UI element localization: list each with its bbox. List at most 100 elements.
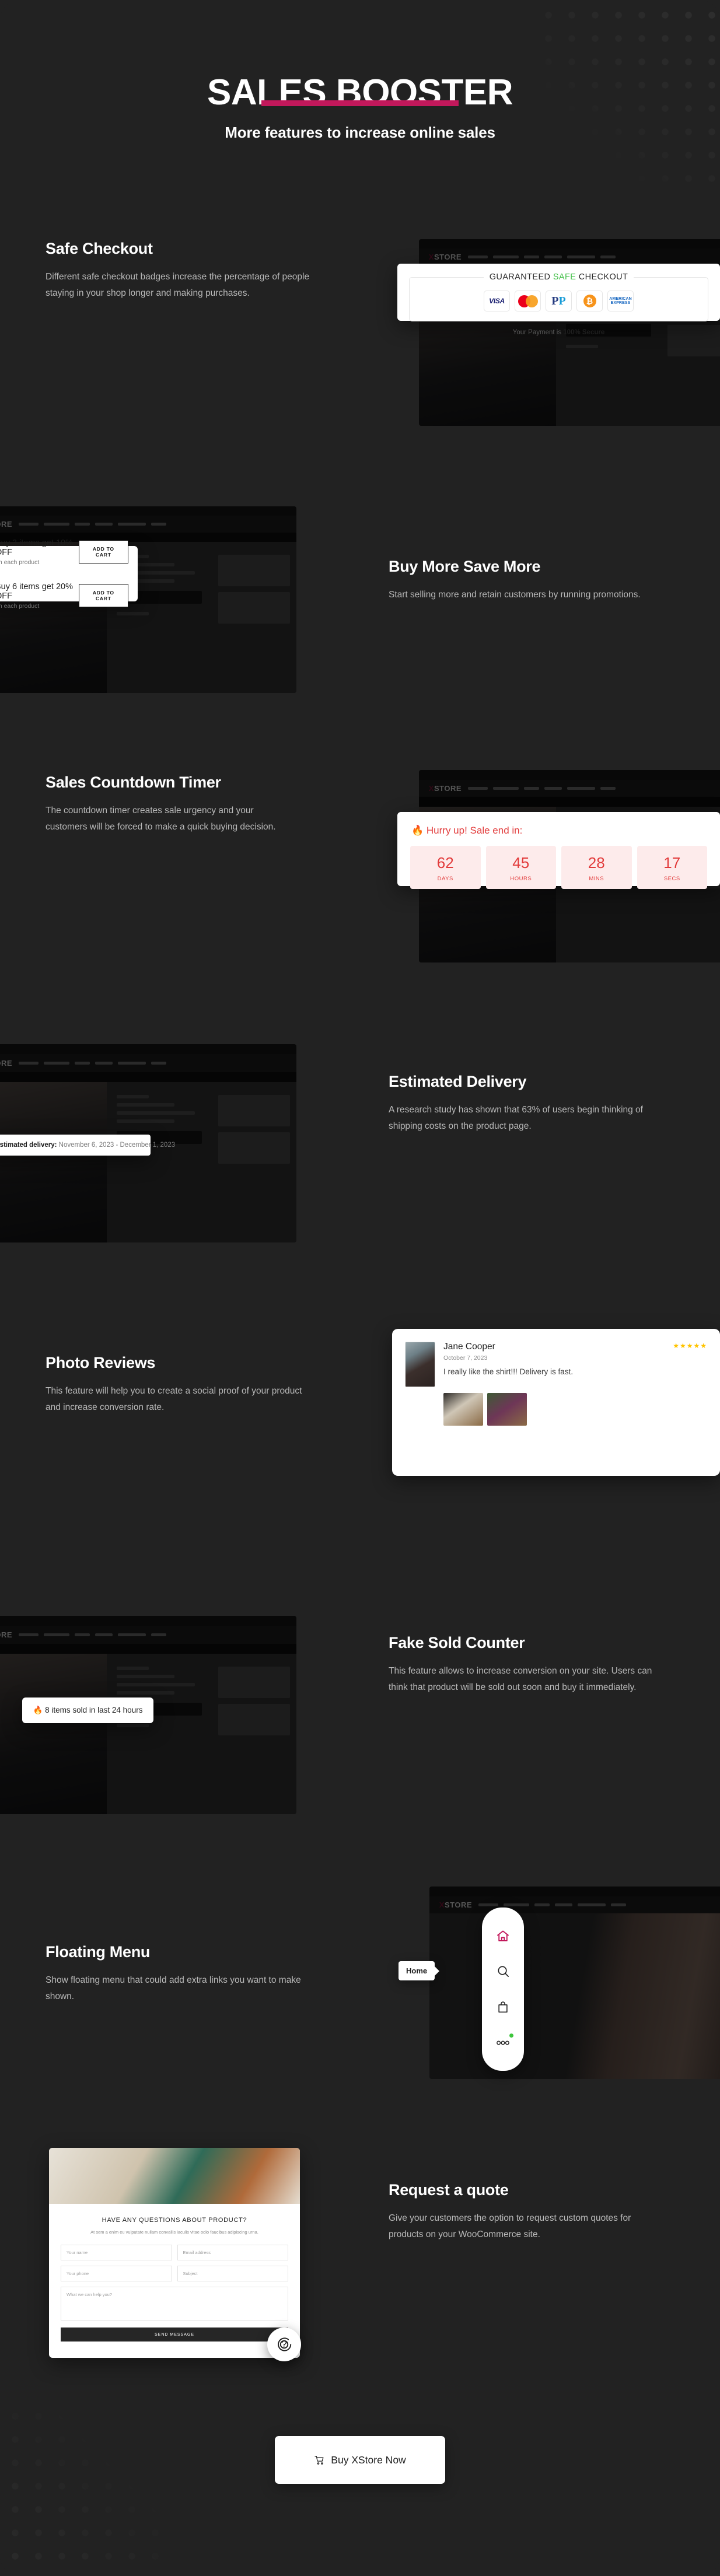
tier-subtext: on each product (0, 602, 40, 610)
secure-payment-note: Your Payment is 100% Secure (512, 329, 605, 336)
amex-badge: AMERICAN EXPRESS (607, 290, 634, 312)
floating-menu-tooltip: Home (399, 1961, 435, 1980)
unit-value: 28 (588, 854, 605, 872)
title-prefix: GUARANTEED (489, 272, 553, 282)
tier-headline: Buy 6 items get 20% OFF (0, 582, 73, 601)
notification-badge (509, 2033, 513, 2038)
feature-description: Show floating menu that could add extra … (46, 1975, 301, 2002)
flame-icon: 🔥 (33, 1706, 43, 1714)
feature-description: Start selling more and retain customers … (389, 589, 641, 600)
estimated-delivery-range: November 6, 2023 - December 1, 2023 (57, 1142, 176, 1149)
hero-section: SALES BOOSTER More features to increase … (0, 0, 720, 142)
review-header: Jane Cooper October 7, 2023 ★★★★★ I real… (392, 1329, 720, 1387)
tier-subtext: on each product (0, 558, 40, 566)
email-field[interactable]: Email address (177, 2245, 288, 2261)
paypal-badge: PP (546, 290, 572, 312)
safe-checkout-card-title: GUARANTEED SAFE CHECKOUT (397, 272, 720, 282)
unit-label: SECS (663, 876, 680, 882)
countdown-timer-card: 🔥 Hurry up! Sale end in: 62 DAYS 45 HOUR… (397, 812, 720, 889)
floating-menu-pill (482, 1908, 524, 2071)
tier-headline: Buy 3 items get 10% OFF (0, 538, 73, 557)
shopping-bag-icon[interactable] (496, 2000, 510, 2014)
star-rating: ★★★★★ (673, 1342, 707, 1350)
tier-row: Buy 3 items get 10% OFF on each product … (0, 538, 138, 566)
review-photos (392, 1387, 720, 1438)
form-hero-image (49, 2148, 300, 2204)
feature-title: Buy More Save More (389, 558, 541, 575)
cart-icon (314, 2455, 324, 2465)
cta-label: Buy XStore Now (331, 2454, 406, 2466)
feature-photo-reviews: Photo Reviews This feature will help you… (46, 1353, 308, 1416)
countdown-units: 62 DAYS 45 HOURS 28 MINS 17 SECS (397, 836, 720, 902)
unit-label: HOURS (510, 876, 532, 882)
request-quote-form-card: HAVE ANY QUESTIONS ABOUT PRODUCT? At sem… (49, 2148, 300, 2358)
mastercard-badge (515, 290, 541, 312)
phone-field[interactable]: Your phone (61, 2266, 172, 2282)
countdown-unit: 62 DAYS (410, 846, 481, 889)
countdown-unit: 28 MINS (561, 846, 632, 889)
feature-safe-checkout: Safe Checkout Different safe checkout ba… (46, 239, 331, 302)
countdown-heading-text: Hurry up! Sale end in: (426, 825, 523, 836)
feature-title: Photo Reviews (46, 1354, 156, 1371)
feature-floating-menu: Floating Menu Show floating menu that co… (46, 1943, 302, 2005)
countdown-unit: 17 SECS (637, 846, 707, 889)
flame-icon: 🔥 (411, 825, 424, 836)
payment-badges-row: VISA PP ₿ AMERICAN EXPRESS (409, 277, 708, 321)
subject-field[interactable]: Subject (177, 2266, 288, 2282)
fake-sold-counter-pill: 🔥 8 items sold in last 24 hours (22, 1698, 153, 1723)
search-icon[interactable] (496, 1965, 510, 1979)
bitcoin-badge: ₿ (576, 290, 603, 312)
name-field[interactable]: Your name (61, 2245, 172, 2261)
feature-request-a-quote: Request a quote Give your customers the … (389, 2180, 651, 2243)
unit-label: DAYS (437, 876, 453, 882)
form-fields: Your name Email address Your phone Subje… (49, 2235, 300, 2321)
avatar (405, 1342, 435, 1387)
feature-title: Sales Countdown Timer (46, 774, 221, 791)
home-icon[interactable] (496, 1929, 510, 1943)
unit-value: 45 (512, 854, 530, 872)
unit-value: 17 (663, 854, 681, 872)
message-textarea[interactable]: What we can help you? (61, 2287, 288, 2321)
buy-xstore-now-button[interactable]: Buy XStore Now (275, 2436, 445, 2484)
countdown-heading: 🔥 Hurry up! Sale end in: (397, 812, 720, 836)
more-dots-icon[interactable] (496, 2033, 513, 2050)
add-to-cart-button[interactable]: ADD TO CART (78, 540, 128, 564)
feature-title: Estimated Delivery (389, 1073, 527, 1090)
visa-badge: VISA (484, 290, 510, 312)
feature-sales-countdown-timer: Sales Countdown Timer The countdown time… (46, 773, 296, 835)
feature-description: This feature allows to increase conversi… (389, 1665, 652, 1693)
feature-description: A research study has shown that 63% of u… (389, 1104, 643, 1132)
feature-title: Floating Menu (46, 1943, 151, 1961)
feature-description: Give your customers the option to reques… (389, 2213, 631, 2240)
feature-title: Fake Sold Counter (389, 1634, 525, 1651)
feature-title: Safe Checkout (46, 240, 153, 257)
send-message-button[interactable]: SEND MESSAGE (61, 2328, 288, 2342)
countdown-unit: 45 HOURS (485, 846, 556, 889)
unit-label: MINS (589, 876, 604, 882)
sold-counter-text: 8 items sold in last 24 hours (45, 1706, 143, 1714)
feature-description: The countdown timer creates sale urgency… (46, 805, 276, 832)
form-heading: HAVE ANY QUESTIONS ABOUT PRODUCT? (102, 2217, 247, 2224)
page-root: SALES BOOSTER More features to increase … (0, 0, 720, 2576)
safe-checkout-card: GUARANTEED SAFE CHECKOUT VISA PP ₿ AMERI… (397, 264, 720, 336)
feature-estimated-delivery: Estimated Delivery A research study has … (389, 1072, 663, 1135)
add-to-cart-button[interactable]: ADD TO CART (78, 584, 128, 607)
reviewer-name: Jane Cooper (443, 1342, 495, 1352)
review-photo[interactable] (443, 1393, 483, 1426)
title-underline-accent (261, 100, 459, 106)
buy-more-save-more-card: Buy 3 items get 10% OFF on each product … (0, 538, 138, 610)
review-photo[interactable] (487, 1393, 527, 1426)
review-date: October 7, 2023 (443, 1354, 488, 1362)
feature-fake-sold-counter: Fake Sold Counter This feature allows to… (389, 1633, 663, 1696)
page-subtitle: More features to increase online sales (225, 124, 495, 141)
tier-row: Buy 6 items get 20% OFF on each product … (0, 582, 138, 610)
feature-buy-more-save-more: Buy More Save More Start selling more an… (389, 557, 669, 603)
feature-description: Different safe checkout badges increase … (46, 271, 310, 299)
estimated-delivery-pill: Estimated delivery: November 6, 2023 - D… (0, 1135, 175, 1156)
title-highlight: SAFE (553, 272, 576, 282)
feature-title: Request a quote (389, 2181, 509, 2199)
help-chat-bubble[interactable]: ? (267, 2328, 301, 2361)
unit-value: 62 (436, 854, 454, 872)
photo-review-card: Jane Cooper October 7, 2023 ★★★★★ I real… (392, 1329, 720, 1476)
estimated-delivery-label: Estimated delivery: (0, 1142, 57, 1149)
